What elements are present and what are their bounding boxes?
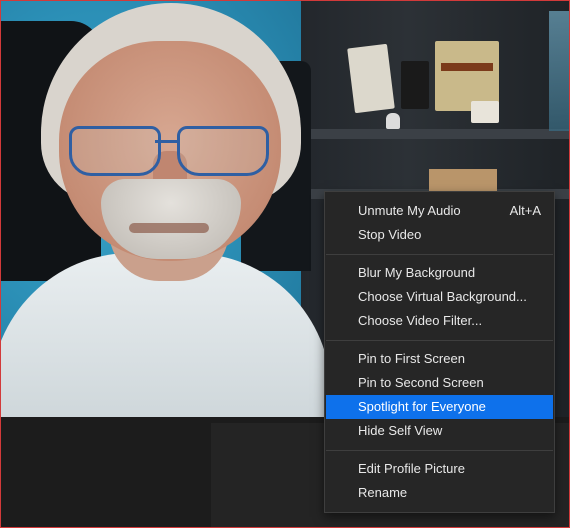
menu-item-label: Pin to Second Screen: [358, 375, 484, 390]
menu-item-rename[interactable]: Rename: [326, 481, 553, 505]
glasses: [69, 126, 279, 176]
empty-gallery-area: [1, 417, 211, 527]
menu-item-label: Pin to First Screen: [358, 351, 465, 366]
menu-item-label: Unmute My Audio: [358, 203, 461, 218]
menu-item-pin-first-screen[interactable]: Pin to First Screen: [326, 347, 553, 371]
menu-item-blur-background[interactable]: Blur My Background: [326, 261, 553, 285]
menu-item-virtual-background[interactable]: Choose Virtual Background...: [326, 285, 553, 309]
menu-item-label: Choose Video Filter...: [358, 313, 483, 328]
shortcut-label: Alt+A: [509, 203, 541, 218]
menu-item-edit-profile-picture[interactable]: Edit Profile Picture: [326, 457, 553, 481]
menu-item-label: Blur My Background: [358, 265, 476, 280]
menu-separator: [326, 254, 553, 255]
menu-item-unmute-audio[interactable]: Unmute My Audio Alt+A: [326, 199, 553, 223]
menu-item-label: Edit Profile Picture: [358, 461, 465, 476]
menu-separator: [326, 450, 553, 451]
meeting-window: Unmute My Audio Alt+A Stop Video Blur My…: [0, 0, 570, 528]
menu-item-label: Hide Self View: [358, 423, 443, 438]
menu-item-video-filter[interactable]: Choose Video Filter...: [326, 309, 553, 333]
menu-item-pin-second-screen[interactable]: Pin to Second Screen: [326, 371, 553, 395]
menu-item-hide-self-view[interactable]: Hide Self View: [326, 419, 553, 443]
video-context-menu: Unmute My Audio Alt+A Stop Video Blur My…: [324, 191, 555, 513]
menu-item-label: Spotlight for Everyone: [358, 399, 486, 414]
menu-item-label: Rename: [358, 485, 408, 500]
menu-separator: [326, 340, 553, 341]
menu-item-label: Choose Virtual Background...: [358, 289, 527, 304]
menu-item-spotlight-everyone[interactable]: Spotlight for Everyone: [326, 395, 553, 419]
menu-item-label: Stop Video: [358, 227, 422, 242]
mouth: [129, 223, 209, 233]
menu-item-stop-video[interactable]: Stop Video: [326, 223, 553, 247]
